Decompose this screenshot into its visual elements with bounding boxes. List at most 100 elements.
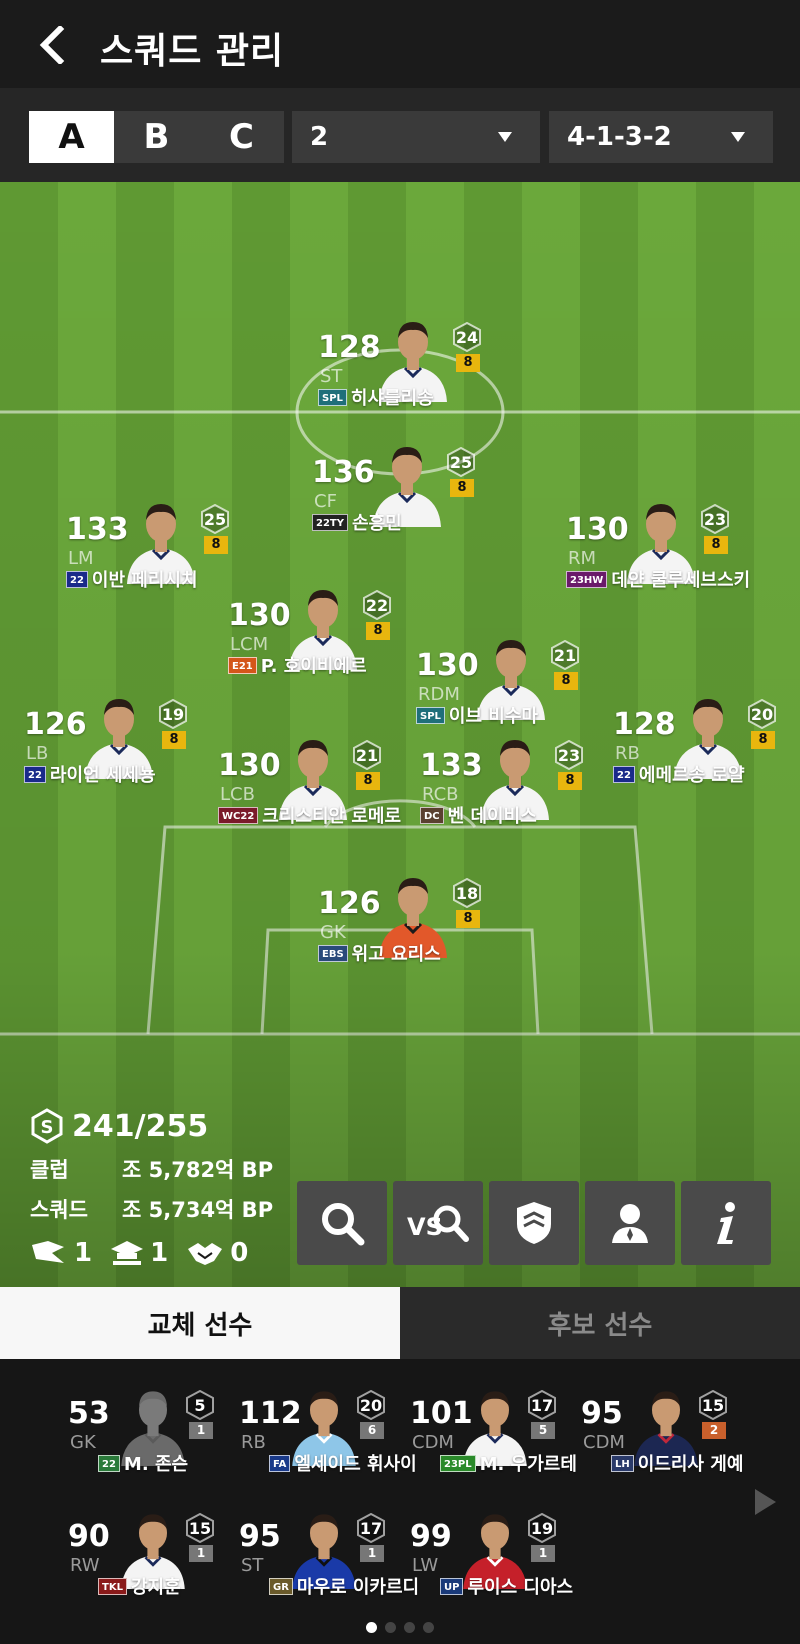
substitute-level: 5 [194,1396,206,1415]
substitute-position: GK [70,1432,96,1453]
flag-icon [32,1241,64,1263]
player-name-row: 22 에메르송 로얄 [613,761,800,787]
tab-reserves[interactable]: 후보 선수 [400,1287,800,1359]
substitute-card[interactable]: 95 CDM 15 2 LH 이드리사 게예 [581,1390,751,1506]
pagination-dot[interactable] [385,1622,396,1633]
player-card-lb[interactable]: 126 LB 19 8 22 라이언 세세뇽 [24,699,224,817]
season-badge: UP [440,1577,464,1595]
substitute-ovr: 95 [239,1519,281,1554]
substitute-card[interactable]: 53 GK 5 1 22 M. 존슨 [68,1390,238,1506]
player-card-gk[interactable]: 126 GK 18 8 EBS 위고 요리스 [318,878,518,996]
season-badge: 23HW [566,570,608,588]
player-level: 23 [703,510,727,529]
player-name: 위고 요리스 [351,944,441,965]
enhance-grade-badge: 5 [531,1422,555,1439]
formation-select[interactable]: 4-1-3-2 [549,111,773,163]
player-ovr: 130 [566,512,629,547]
player-ovr: 133 [420,748,483,783]
player-level: 25 [203,510,227,529]
search-icon [322,1203,365,1246]
team-color-button[interactable] [489,1181,579,1265]
player-name: 데얀 쿨루세브스키 [611,570,751,591]
squad-value: 조 5,734억 BP [122,1198,274,1222]
enhance-grade-badge: 8 [558,772,582,790]
shield-icon [517,1202,551,1244]
player-card-rm[interactable]: 130 RM 23 8 23HW 데얀 쿨루세브스키 [566,504,766,622]
tab-substitutes[interactable]: 교체 선수 [0,1287,400,1359]
enhance-grade-badge: 8 [751,731,775,749]
player-name-row: DC 벤 데이비스 [420,802,660,828]
club-value: 조 5,782억 BP [122,1158,274,1182]
next-page-arrow-icon[interactable] [752,1487,778,1517]
player-card-rb[interactable]: 128 RB 20 8 22 에메르송 로얄 [613,699,800,817]
pagination-dot[interactable] [366,1622,377,1633]
enhance-grade-badge: 1 [189,1422,213,1439]
handshake-count: 0 [230,1238,249,1268]
player-card-rcb[interactable]: 133 RCB 23 8 DC 벤 데이비스 [420,740,620,858]
enhance-grade-badge: 1 [531,1545,555,1562]
squad-tab-c[interactable]: C [199,111,284,163]
info-button[interactable] [681,1181,771,1265]
player-name: 히샤를리송 [350,388,434,409]
search-button[interactable] [297,1181,387,1265]
player-name: 손흥민 [351,513,402,534]
player-ovr: 136 [312,455,375,490]
substitute-card[interactable]: 101 CDM 17 5 23PL M. 우가르테 [410,1390,580,1506]
player-name-row: 23HW 데얀 쿨루세브스키 [566,566,800,592]
back-arrow-icon[interactable] [36,26,68,64]
season-badge: 22 [66,570,88,588]
player-name-row: 22 이반 페리시치 [66,566,306,592]
substitute-card[interactable]: 99 LW 19 1 UP 루이스 디아스 [410,1513,580,1629]
player-level: 21 [355,746,379,765]
season-badge: 22 [24,765,46,783]
player-card-lcm[interactable]: 130 LCM 22 8 E21 P. 호이비에르 [228,590,428,708]
player-level: 22 [365,596,389,615]
season-badge: E21 [228,656,257,674]
squad-tab-a[interactable]: A [29,111,114,163]
squad-number-select[interactable]: 2 [292,111,540,163]
pagination-dot[interactable] [404,1622,415,1633]
substitute-ovr: 90 [68,1519,110,1554]
player-ovr: 128 [613,707,676,742]
compare-button[interactable]: VS [393,1181,483,1265]
season-badge: WC22 [218,806,259,824]
pagination-dot[interactable] [423,1622,434,1633]
header-bar: 스쿼드 관리 [0,0,800,88]
chemistry-counts: 1 1 0 [30,1238,290,1268]
enhance-grade-badge: 1 [189,1545,213,1562]
compare-icon: VS [407,1205,469,1242]
salary-value: 241/255 [72,1108,209,1144]
substitute-ovr: 99 [410,1519,452,1554]
substitute-position: ST [241,1555,264,1576]
substitute-name: 강지훈 [130,1577,181,1598]
player-level: 21 [553,646,577,665]
substitute-position: LW [412,1555,439,1576]
player-ovr: 126 [24,707,87,742]
salary-cap-icon: S [31,1108,63,1144]
enhance-grade-badge: 2 [702,1422,726,1439]
player-level: 23 [557,746,581,765]
substitute-card[interactable]: 95 ST 17 1 GR 마우로 이카르디 [239,1513,419,1629]
player-card-lcb[interactable]: 130 LCB 21 8 WC22 크리스티안 로메로 [218,740,418,858]
substitute-name: 마우로 이카르디 [296,1577,420,1598]
substitute-card[interactable]: 90 RW 15 1 TKL 강지훈 [68,1513,238,1629]
player-level: 19 [161,705,185,724]
substitute-level: 15 [701,1396,725,1415]
season-badge: 22 [98,1454,120,1472]
dropdown-caret-icon [731,132,745,142]
player-card-cf[interactable]: 136 CF 25 8 22TY 손흥민 [312,447,512,565]
squad-number-value: 2 [310,122,329,152]
salary-row: S 241/255 [30,1108,290,1144]
season-badge: SPL [318,388,347,406]
player-card-st[interactable]: 128 ST 24 8 SPL 히샤를리송 [318,322,518,440]
flag-count: 1 [74,1238,93,1268]
coach-button[interactable] [585,1181,675,1265]
substitute-card[interactable]: 112 RB 20 6 FA 엘세이드 휘사이 [239,1390,417,1506]
enhance-grade-badge: 8 [204,536,228,554]
season-badge: 22TY [312,513,348,531]
season-badge: TKL [98,1577,127,1595]
enhance-grade-badge: 8 [456,910,480,928]
substitute-ovr: 95 [581,1396,623,1431]
handshake-icon [188,1243,223,1265]
squad-tab-b[interactable]: B [114,111,199,163]
